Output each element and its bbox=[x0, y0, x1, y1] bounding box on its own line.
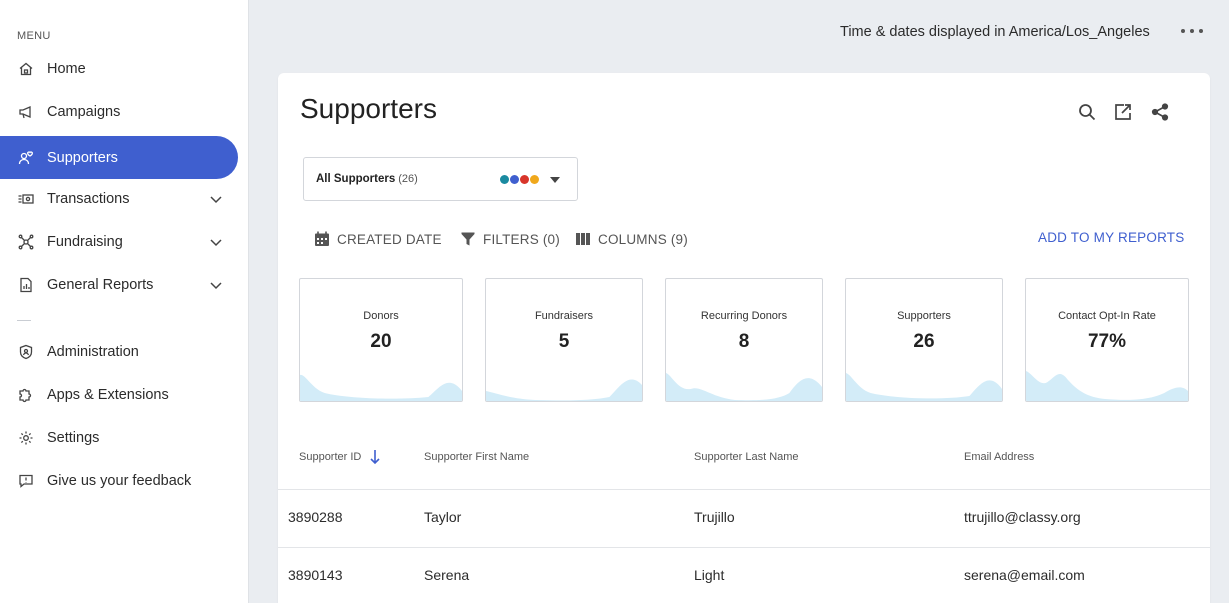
sidebar-item-supporters[interactable]: Supporters bbox=[0, 136, 238, 179]
megaphone-icon bbox=[17, 103, 35, 121]
stat-value: 77% bbox=[1087, 331, 1127, 352]
column-header-supporter-id[interactable]: Supporter ID bbox=[299, 451, 361, 463]
created-date-button[interactable]: CREATED DATE bbox=[314, 230, 442, 248]
columns-button[interactable]: COLUMNS (9) bbox=[575, 230, 688, 248]
stat-value: 8 bbox=[738, 331, 750, 352]
stat-card-recurring-donors: Recurring Donors 8 bbox=[665, 278, 823, 402]
stat-card-supporters: Supporters 26 bbox=[845, 278, 1003, 402]
row-divider bbox=[278, 547, 1210, 548]
add-to-my-reports-button[interactable]: ADD TO MY REPORTS bbox=[1038, 230, 1184, 245]
filters-label: FILTERS (0) bbox=[483, 231, 560, 247]
cell-last-name: Light bbox=[694, 567, 725, 583]
transactions-icon bbox=[17, 190, 35, 208]
stat-value: 20 bbox=[370, 331, 392, 352]
cell-email: ttrujillo@classy.org bbox=[964, 509, 1081, 525]
home-icon bbox=[17, 60, 35, 78]
chevron-down-icon[interactable] bbox=[208, 277, 224, 293]
share-icon[interactable] bbox=[1149, 101, 1171, 123]
page-title: Supporters bbox=[300, 93, 437, 124]
caret-down-icon bbox=[550, 177, 560, 183]
search-icon[interactable] bbox=[1076, 101, 1098, 123]
supporters-icon bbox=[17, 149, 35, 167]
created-date-label: CREATED DATE bbox=[337, 231, 442, 247]
stat-label: Recurring Donors bbox=[700, 310, 788, 322]
row-divider bbox=[278, 489, 1210, 490]
columns-label: COLUMNS (9) bbox=[598, 231, 688, 247]
stat-card-fundraisers: Fundraisers 5 bbox=[485, 278, 643, 402]
timezone-text: Time & dates displayed in America/Los_An… bbox=[840, 24, 1150, 40]
color-dot bbox=[510, 175, 519, 184]
cell-last-name: Trujillo bbox=[694, 509, 735, 525]
fundraising-icon bbox=[17, 233, 35, 251]
filter-icon bbox=[461, 232, 475, 246]
column-header-first-name[interactable]: Supporter First Name bbox=[424, 451, 529, 463]
columns-icon bbox=[576, 233, 590, 245]
sparkline bbox=[300, 374, 462, 401]
reports-icon bbox=[17, 276, 35, 294]
color-dot bbox=[520, 175, 529, 184]
cell-email: serena@email.com bbox=[964, 567, 1085, 583]
sidebar-item-label: Administration bbox=[47, 344, 139, 360]
menu-label: MENU bbox=[17, 30, 51, 42]
stat-card-donors: Donors 20 bbox=[299, 278, 463, 402]
supporters-card: Supporters All Supporters (26) CREATED D… bbox=[278, 73, 1210, 603]
shield-icon bbox=[17, 343, 35, 361]
segment-selector[interactable]: All Supporters (26) bbox=[303, 157, 578, 201]
cell-first-name: Taylor bbox=[424, 509, 462, 525]
cell-first-name: Serena bbox=[424, 567, 470, 583]
sidebar-item-label: Transactions bbox=[47, 191, 130, 207]
stat-label: Fundraisers bbox=[534, 310, 594, 322]
sidebar-item-label: General Reports bbox=[47, 277, 154, 293]
sidebar-item-label: Supporters bbox=[47, 149, 118, 166]
stat-card-contact-opt-in-rate: Contact Opt-In Rate 77% bbox=[1025, 278, 1189, 402]
sparkline bbox=[1026, 371, 1188, 401]
puzzle-icon bbox=[17, 386, 35, 404]
sidebar-item-campaigns[interactable]: Campaigns bbox=[0, 91, 238, 133]
column-header-email[interactable]: Email Address bbox=[964, 451, 1034, 463]
stat-label: Supporters bbox=[897, 310, 951, 322]
sidebar: MENU Home Campaigns Supporters Transacti… bbox=[0, 0, 249, 603]
cell-supporter-id: 3890143 bbox=[288, 567, 343, 583]
sidebar-item-label: Settings bbox=[47, 430, 100, 446]
sidebar-item-label: Home bbox=[47, 61, 86, 77]
sidebar-item-label: Apps & Extensions bbox=[47, 387, 169, 403]
stat-label: Contact Opt-In Rate bbox=[1058, 310, 1156, 322]
more-horizontal-icon[interactable] bbox=[1181, 22, 1203, 40]
sidebar-item-label: Give us your feedback bbox=[47, 473, 192, 489]
sidebar-item-settings[interactable]: Settings bbox=[0, 417, 238, 459]
sidebar-item-home[interactable]: Home bbox=[0, 48, 238, 90]
selector-count: (26) bbox=[398, 173, 418, 185]
export-icon[interactable] bbox=[1112, 101, 1134, 123]
sidebar-item-label: Campaigns bbox=[47, 104, 121, 120]
sparkline bbox=[666, 373, 822, 401]
stat-value: 26 bbox=[913, 331, 935, 352]
stat-label: Donors bbox=[363, 310, 399, 322]
calendar-icon bbox=[315, 231, 329, 246]
color-dot bbox=[500, 175, 509, 184]
chevron-down-icon[interactable] bbox=[208, 234, 224, 250]
color-dots bbox=[500, 175, 539, 184]
color-dot bbox=[530, 175, 539, 184]
filters-button[interactable]: FILTERS (0) bbox=[460, 230, 560, 248]
column-header-last-name[interactable]: Supporter Last Name bbox=[694, 451, 799, 463]
sort-descending-icon[interactable] bbox=[370, 449, 380, 465]
sidebar-divider bbox=[17, 320, 31, 321]
sidebar-item-transactions[interactable]: Transactions bbox=[0, 178, 238, 220]
sidebar-item-administration[interactable]: Administration bbox=[0, 331, 238, 373]
sidebar-item-apps-extensions[interactable]: Apps & Extensions bbox=[0, 374, 238, 416]
gear-icon bbox=[17, 429, 35, 447]
cell-supporter-id: 3890288 bbox=[288, 509, 343, 525]
sparkline bbox=[486, 379, 642, 401]
sidebar-item-fundraising[interactable]: Fundraising bbox=[0, 221, 238, 263]
sidebar-item-general-reports[interactable]: General Reports bbox=[0, 264, 238, 306]
selector-label: All Supporters bbox=[316, 173, 396, 185]
chevron-down-icon[interactable] bbox=[208, 191, 224, 207]
feedback-icon bbox=[17, 472, 35, 490]
sparkline bbox=[846, 373, 1002, 401]
stat-value: 5 bbox=[558, 331, 570, 352]
sidebar-item-feedback[interactable]: Give us your feedback bbox=[0, 460, 238, 502]
sidebar-item-label: Fundraising bbox=[47, 234, 123, 250]
